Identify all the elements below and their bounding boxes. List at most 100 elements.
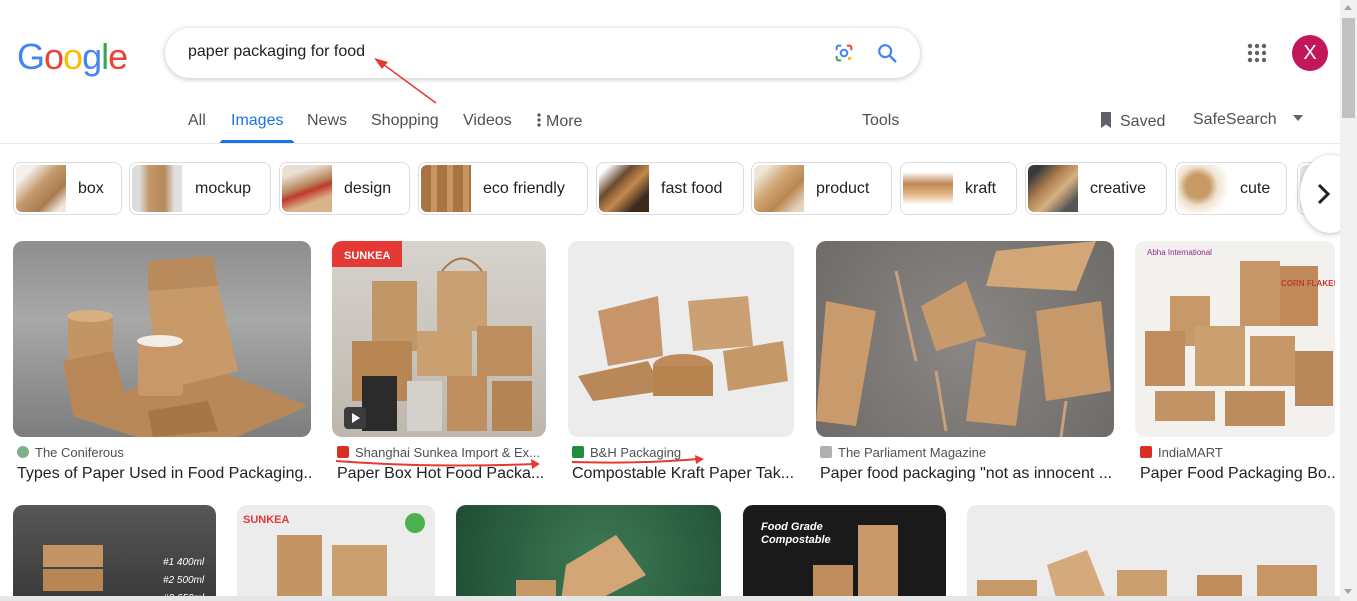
search-icon[interactable] xyxy=(876,42,898,64)
result-source[interactable]: Shanghai Sunkea Import & Ex... xyxy=(337,445,540,460)
result-image[interactable] xyxy=(13,241,311,437)
tab-more-label: More xyxy=(546,113,583,130)
result-image-art xyxy=(977,550,1317,601)
scroll-up-arrow-icon[interactable] xyxy=(1344,5,1352,10)
site-favicon-icon xyxy=(17,446,29,458)
result-source-label: Shanghai Sunkea Import & Ex... xyxy=(355,445,540,460)
result-image[interactable]: #1 400ml #2 500ml #3 650ml xyxy=(13,505,216,601)
chip-thumbnail xyxy=(16,165,66,212)
safesearch-label: SafeSearch xyxy=(1193,111,1277,128)
result-source-label: B&H Packaging xyxy=(590,445,682,460)
scroll-down-arrow-icon[interactable] xyxy=(1344,589,1352,594)
result-image[interactable]: SUNKEA xyxy=(332,241,546,437)
chip-thumbnail xyxy=(1028,165,1078,212)
chip-label: design xyxy=(344,180,392,197)
result-image[interactable] xyxy=(816,241,1114,437)
tab-videos[interactable]: Videos xyxy=(463,112,512,130)
size-label: #2 500ml xyxy=(163,575,205,586)
saved-button[interactable]: Saved xyxy=(1098,111,1165,131)
more-vert-icon xyxy=(537,113,541,127)
chip-label: mockup xyxy=(195,180,252,197)
logo-letter: g xyxy=(82,36,102,77)
result-source[interactable]: The Coniferous xyxy=(17,445,124,460)
result-title[interactable]: Paper Food Packaging Bo... xyxy=(1140,465,1335,483)
result-source-label: IndiaMART xyxy=(1158,445,1223,460)
scrollbar-thumb[interactable] xyxy=(1342,18,1355,118)
account-avatar[interactable]: X xyxy=(1292,35,1328,71)
result-image[interactable] xyxy=(568,241,794,437)
site-favicon-icon xyxy=(1140,446,1152,458)
logo-letter: o xyxy=(44,36,64,77)
chip-thumbnail xyxy=(421,165,471,212)
size-label: #1 400ml xyxy=(163,557,205,568)
chip-label: fast food xyxy=(661,180,723,197)
chip-label: product xyxy=(816,180,870,197)
result-image[interactable]: Abha International CORN FLAKES xyxy=(1135,241,1335,437)
result-image-art: Food Grade Compostable xyxy=(761,521,898,601)
result-image-art xyxy=(516,535,646,601)
food-grade-text: Compostable xyxy=(761,534,831,546)
food-grade-text: Food Grade xyxy=(761,521,823,533)
chip-thumbnail xyxy=(1178,165,1228,212)
tab-shopping[interactable]: Shopping xyxy=(371,112,439,130)
result-image-art: SUNKEA xyxy=(332,241,532,431)
logo-letter: e xyxy=(108,36,128,77)
result-image[interactable]: Food Grade Compostable xyxy=(743,505,946,601)
result-source[interactable]: B&H Packaging xyxy=(572,445,681,460)
logo-letter: G xyxy=(17,36,45,77)
tab-more[interactable]: More xyxy=(536,112,582,131)
result-image[interactable] xyxy=(967,505,1335,601)
chip-thumbnail xyxy=(282,165,332,212)
result-image-art xyxy=(816,241,1111,437)
result-title[interactable]: Types of Paper Used in Food Packaging... xyxy=(17,465,311,483)
result-image-art xyxy=(578,296,788,401)
logo-letter: l xyxy=(101,36,109,77)
search-box[interactable]: paper packaging for food xyxy=(165,28,920,78)
bookmark-icon xyxy=(1101,112,1111,128)
annotation-arrowhead xyxy=(695,455,704,464)
tools-button[interactable]: Tools xyxy=(862,112,899,130)
chip-design[interactable]: design xyxy=(279,162,410,215)
chip-creative[interactable]: creative xyxy=(1025,162,1167,215)
result-source-label: The Coniferous xyxy=(35,445,124,460)
search-input[interactable]: paper packaging for food xyxy=(188,43,365,61)
site-favicon-icon xyxy=(820,446,832,458)
result-title[interactable]: Paper food packaging "not as innocent ..… xyxy=(820,465,1114,483)
result-title[interactable]: Compostable Kraft Paper Tak... xyxy=(572,465,794,483)
google-lens-icon[interactable] xyxy=(833,42,855,64)
site-favicon-icon xyxy=(572,446,584,458)
chip-box[interactable]: box xyxy=(13,162,122,215)
tab-news[interactable]: News xyxy=(307,112,347,130)
result-title[interactable]: Paper Box Hot Food Packa... xyxy=(337,465,546,483)
vertical-scrollbar[interactable] xyxy=(1340,0,1357,601)
result-source[interactable]: The Parliament Magazine xyxy=(820,445,986,460)
google-logo[interactable]: Google xyxy=(17,36,128,78)
chip-cute[interactable]: cute xyxy=(1175,162,1287,215)
chip-mockup[interactable]: mockup xyxy=(129,162,271,215)
chip-label: box xyxy=(78,180,104,197)
result-image-art: #1 400ml #2 500ml #3 650ml xyxy=(43,545,205,601)
tab-images[interactable]: Images xyxy=(231,112,283,130)
chip-thumbnail xyxy=(132,165,182,212)
chip-thumbnail xyxy=(754,165,804,212)
chip-thumbnail xyxy=(599,165,649,212)
safesearch-button[interactable]: SafeSearch xyxy=(1193,111,1304,129)
result-source-label: The Parliament Magazine xyxy=(838,445,987,460)
apps-grid-icon[interactable] xyxy=(1247,43,1267,63)
chip-product[interactable]: product xyxy=(751,162,892,215)
chip-kraft[interactable]: kraft xyxy=(900,162,1017,215)
horizontal-scrollbar[interactable] xyxy=(0,596,1340,601)
chevron-right-icon xyxy=(1317,183,1330,205)
tab-all[interactable]: All xyxy=(188,112,206,130)
header-divider xyxy=(0,143,1340,144)
logo-letter: o xyxy=(63,36,83,77)
cornflakes-label: CORN FLAKES xyxy=(1281,279,1335,288)
chip-fast-food[interactable]: fast food xyxy=(596,162,744,215)
sunkea-logo: SUNKEA xyxy=(243,514,290,526)
chip-label: cute xyxy=(1240,180,1271,197)
result-image[interactable] xyxy=(456,505,721,601)
chip-label: eco friendly xyxy=(483,180,565,197)
result-source[interactable]: IndiaMART xyxy=(1140,445,1223,460)
result-image[interactable]: SUNKEA xyxy=(237,505,435,601)
chip-eco-friendly[interactable]: eco friendly xyxy=(418,162,588,215)
